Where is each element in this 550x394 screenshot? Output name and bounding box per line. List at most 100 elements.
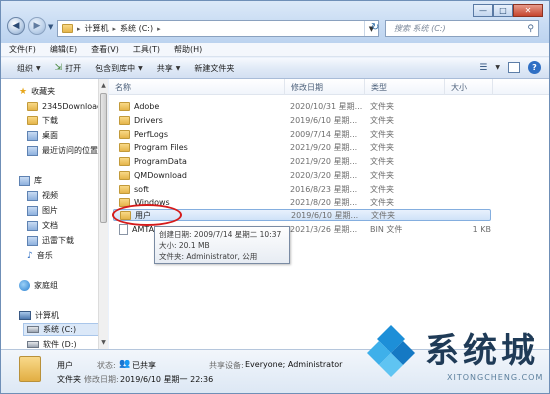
sidebar-item-thunder-downloads[interactable]: 迅雷下载 [27, 234, 74, 247]
sidebar-label: 家庭组 [34, 281, 58, 290]
sidebar-item-drive-c[interactable]: 系统 (C:) [23, 323, 99, 336]
scrollbar-thumb[interactable] [100, 93, 107, 223]
sidebar-label: 库 [34, 176, 42, 185]
help-icon[interactable]: ? [528, 61, 541, 74]
chevron-down-icon[interactable]: ▼ [495, 64, 500, 71]
sidebar-item-documents[interactable]: 文档 [27, 219, 58, 232]
open-button[interactable]: ⇲ 打开 [55, 63, 90, 74]
menu-view[interactable]: 查看(V) [91, 44, 119, 55]
sidebar-item-computer[interactable]: 计算机 [19, 309, 59, 322]
close-button[interactable]: ✕ [513, 4, 543, 17]
music-icon: ♪ [27, 250, 33, 261]
sidebar-item-recent[interactable]: 最近访问的位置 [27, 144, 98, 157]
table-row[interactable]: QMDownload 2020/3/20 星期... 文件夹 [109, 169, 489, 181]
watermark-logo-icon [367, 325, 415, 377]
table-row[interactable]: PerfLogs 2009/7/14 星期... 文件夹 [109, 128, 489, 140]
column-header-type[interactable]: 类型 [365, 79, 445, 95]
folder-icon [119, 170, 130, 180]
sidebar-item-favorites[interactable]: ★ 收藏夹 [19, 85, 55, 98]
watermark-brand: 系统城 [425, 331, 539, 371]
search-icon[interactable]: ⚲ [527, 24, 534, 34]
folder-icon [19, 356, 41, 382]
star-icon: ★ [19, 86, 28, 97]
details-type: 文件夹 [57, 375, 81, 384]
organize-button[interactable]: 组织 ▼ [17, 63, 49, 74]
share-button[interactable]: 共享 ▼ [157, 63, 189, 74]
folder-icon [27, 116, 38, 125]
maximize-button[interactable]: □ [493, 4, 513, 17]
file-name: Adobe [134, 101, 160, 111]
navigation-scrollbar[interactable]: ▲ ▼ [98, 79, 108, 349]
sidebar-item-homegroup[interactable]: 家庭组 [19, 279, 58, 292]
file-type: 文件夹 [370, 115, 394, 125]
window-controls: — □ ✕ [473, 4, 543, 17]
search-input[interactable]: 搜索 系统 (C:) ⚲ [385, 20, 539, 37]
column-header-name[interactable]: 名称 [109, 79, 285, 95]
desktop-icon [27, 130, 38, 141]
navigation-pane: ★ 收藏夹 2345Download 下载 桌面 最近访问的位置 库 视频 图片… [1, 79, 102, 349]
menu-edit[interactable]: 编辑(E) [50, 44, 77, 55]
file-date: 2009/7/14 星期... [290, 129, 358, 139]
table-row[interactable]: Program Files 2021/9/20 星期... 文件夹 [109, 141, 489, 153]
minimize-button[interactable]: — [473, 4, 493, 17]
file-name: Program Files [134, 142, 188, 152]
sidebar-item-2345download[interactable]: 2345Download [27, 100, 102, 113]
breadcrumb-drive-c[interactable]: 系统 (C:) [120, 23, 153, 34]
open-icon: ⇲ [54, 63, 63, 73]
chevron-right-icon[interactable]: ▸ [157, 25, 161, 33]
include-in-library-button[interactable]: 包含到库中 ▼ [95, 63, 151, 74]
file-type: 文件夹 [370, 142, 394, 152]
chevron-down-icon: ▼ [138, 64, 143, 72]
title-bar: — □ ✕ ◀ ▶ ▼ ▸ 计算机 ▸ 系统 (C:) ▸ ▼ ↻ 搜索 系统 … [1, 1, 549, 43]
file-name: Drivers [134, 115, 163, 125]
sidebar-label: 视频 [42, 191, 58, 200]
menu-help[interactable]: 帮助(H) [174, 44, 202, 55]
file-date: 2016/8/23 星期... [290, 184, 358, 194]
folder-icon [119, 101, 130, 111]
sidebar-item-music[interactable]: ♪ 音乐 [27, 249, 53, 262]
chevron-down-icon: ▼ [175, 64, 181, 72]
refresh-icon[interactable]: ↻ [371, 22, 379, 33]
menu-bar: 文件(F) 编辑(E) 查看(V) 工具(T) 帮助(H) [1, 43, 549, 57]
chevron-right-icon[interactable]: ▸ [113, 25, 117, 33]
sidebar-label: 图片 [42, 206, 58, 215]
table-row[interactable]: ProgramData 2021/9/20 星期... 文件夹 [109, 155, 489, 167]
forward-arrow-icon: ▶ [33, 21, 41, 31]
preview-pane-icon[interactable] [508, 62, 520, 73]
details-name: 用户 [57, 361, 73, 370]
file-name: soft [134, 184, 149, 194]
sidebar-item-downloads[interactable]: 下载 [27, 114, 58, 127]
file-size: 1 KB [472, 224, 491, 234]
breadcrumb-computer[interactable]: 计算机 [85, 23, 109, 34]
recent-pages-dropdown[interactable]: ▼ [48, 23, 53, 31]
table-row[interactable]: Adobe 2020/10/31 星期... 文件夹 [109, 100, 489, 112]
forward-button[interactable]: ▶ [28, 17, 46, 35]
back-button[interactable]: ◀ [7, 17, 25, 35]
details-modified: 2019/6/10 星期一 22:36 [120, 375, 214, 384]
tooltip-created: 创建日期: 2009/7/14 星期二 10:37 [159, 230, 282, 239]
sidebar-item-libraries[interactable]: 库 [19, 174, 42, 187]
file-name: ProgramData [134, 156, 187, 166]
scroll-up-icon[interactable]: ▲ [100, 81, 107, 90]
sidebar-item-videos[interactable]: 视频 [27, 189, 58, 202]
table-row[interactable]: soft 2016/8/23 星期... 文件夹 [109, 183, 489, 195]
new-folder-button[interactable]: 新建文件夹 [194, 63, 242, 74]
column-header-size[interactable]: 大小 [445, 79, 493, 95]
sidebar-item-desktop[interactable]: 桌面 [27, 129, 58, 142]
folder-icon [119, 115, 130, 125]
file-type: 文件夹 [370, 170, 394, 180]
sidebar-item-pictures[interactable]: 图片 [27, 204, 58, 217]
menu-file[interactable]: 文件(F) [9, 44, 36, 55]
scroll-down-icon[interactable]: ▼ [100, 338, 107, 347]
table-row[interactable]: Drivers 2019/6/10 星期... 文件夹 [109, 114, 489, 126]
chevron-right-icon[interactable]: ▸ [77, 25, 81, 33]
file-date: 2019/6/10 星期... [290, 115, 358, 125]
sidebar-label: 桌面 [42, 131, 58, 140]
sidebar-label: 最近访问的位置 [42, 146, 98, 155]
folder-icon [119, 156, 130, 166]
search-placeholder: 搜索 系统 (C:) [394, 24, 446, 33]
address-bar[interactable]: ▸ 计算机 ▸ 系统 (C:) ▸ ▼ [57, 20, 379, 37]
menu-tools[interactable]: 工具(T) [133, 44, 160, 55]
column-header-date[interactable]: 修改日期 [285, 79, 365, 95]
views-icon[interactable]: ☰ [479, 63, 487, 73]
